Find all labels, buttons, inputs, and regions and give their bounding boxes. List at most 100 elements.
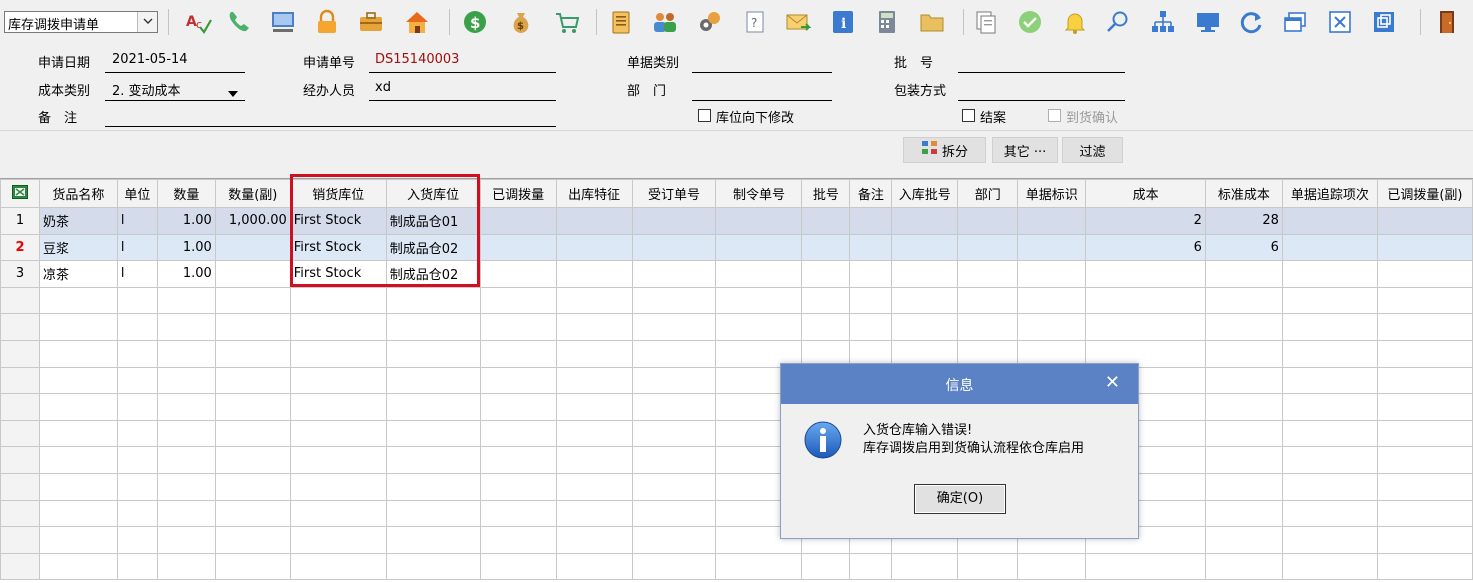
cell-empty[interactable] (1281, 446, 1378, 474)
cell-empty[interactable] (38, 286, 118, 315)
col-in-batch[interactable]: 入库批号 (891, 179, 959, 208)
cell-out-loc[interactable]: First Stock (289, 260, 387, 288)
table-row[interactable]: 1 奶茶 l 1.00 1,000.00 First Stock 制成品仓01 … (0, 207, 1473, 235)
batch-field[interactable] (958, 72, 1125, 73)
cell-qty2[interactable]: 1,000.00 (214, 207, 291, 235)
cell-empty[interactable] (891, 233, 959, 262)
dollar-icon[interactable]: $ (460, 7, 490, 37)
screen-icon[interactable] (1193, 7, 1223, 37)
empty-row[interactable] (0, 393, 1473, 421)
cell-empty[interactable] (385, 526, 481, 554)
cell-empty[interactable] (957, 552, 1019, 581)
cell-empty[interactable] (214, 393, 291, 421)
cell-empty[interactable] (214, 366, 291, 395)
cell-empty[interactable] (631, 339, 717, 368)
clipboard-icon[interactable] (606, 7, 636, 37)
cell-empty[interactable] (1204, 313, 1283, 341)
cell-empty[interactable] (631, 419, 717, 448)
cell-empty[interactable] (1017, 552, 1087, 581)
cell-empty[interactable] (289, 419, 387, 448)
cell-empty[interactable] (385, 472, 481, 501)
cell-empty[interactable] (631, 552, 717, 581)
exit-door-icon[interactable] (1432, 7, 1462, 37)
cell-empty[interactable] (631, 499, 717, 528)
cell-empty[interactable] (1204, 286, 1283, 315)
cell-empty[interactable] (631, 366, 717, 395)
cell-empty[interactable] (289, 366, 387, 395)
cell-empty[interactable] (385, 393, 481, 421)
mail-icon[interactable] (783, 7, 813, 37)
col-mo-no[interactable]: 制令单号 (715, 179, 803, 208)
cell-empty[interactable] (849, 207, 893, 235)
cell-empty[interactable] (849, 313, 893, 341)
cell-empty[interactable] (385, 446, 481, 474)
cell-empty[interactable] (957, 286, 1019, 315)
col-order-no[interactable]: 受订单号 (631, 179, 717, 208)
help-doc-icon[interactable]: ? (740, 7, 770, 37)
cell-cost[interactable]: 2 (1085, 207, 1206, 235)
cell-cost[interactable] (1085, 260, 1206, 288)
cell-empty[interactable] (116, 286, 158, 315)
col-name[interactable]: 货品名称 (38, 179, 118, 208)
cell-empty[interactable] (1204, 499, 1283, 528)
col-transferred2[interactable]: 已调拨量(副) (1376, 179, 1473, 208)
cell-empty[interactable] (715, 207, 803, 235)
cell-empty[interactable] (1376, 207, 1473, 235)
cell-empty[interactable] (1376, 499, 1473, 528)
lock-icon[interactable] (312, 7, 342, 37)
cell-empty[interactable] (38, 339, 118, 368)
check-icon[interactable] (1015, 7, 1045, 37)
cell-empty[interactable] (957, 233, 1019, 262)
copy-icon[interactable] (971, 7, 1001, 37)
col-remark[interactable]: 备注 (849, 179, 893, 208)
folder-icon[interactable] (917, 7, 947, 37)
home-icon[interactable] (402, 7, 432, 37)
cell-empty[interactable] (1376, 393, 1473, 421)
cell-empty[interactable] (289, 472, 387, 501)
restore-icon[interactable] (1369, 7, 1399, 37)
cell-empty[interactable] (1281, 552, 1378, 581)
cell-empty[interactable] (1281, 260, 1378, 288)
empty-row[interactable] (0, 366, 1473, 395)
cell-empty[interactable] (116, 499, 158, 528)
cell-empty[interactable] (385, 552, 481, 581)
apply-date-value[interactable]: 2021-05-14 (112, 52, 188, 67)
spellcheck-icon[interactable]: Ac (183, 7, 213, 37)
cell-name[interactable]: 奶茶 (38, 207, 118, 235)
col-in-loc[interactable]: 入货库位 (385, 179, 481, 208)
cell-empty[interactable] (479, 260, 557, 288)
cell-empty[interactable] (38, 313, 118, 341)
cell-in-loc[interactable]: 制成品仓01 (385, 207, 481, 235)
table-row[interactable]: 2 豆浆 l 1.00 First Stock 制成品仓02 6 6 (0, 233, 1473, 262)
bell-icon[interactable] (1060, 7, 1090, 37)
cell-empty[interactable] (1281, 366, 1378, 395)
cell-empty[interactable] (555, 419, 633, 448)
cell-empty[interactable] (891, 207, 959, 235)
cell-unit[interactable]: l (116, 260, 158, 288)
cell-empty[interactable] (715, 313, 803, 341)
cell-empty[interactable] (479, 207, 557, 235)
cell-empty[interactable] (1376, 286, 1473, 315)
cell-empty[interactable] (116, 446, 158, 474)
cell-empty[interactable] (385, 313, 481, 341)
cell-empty[interactable] (849, 552, 893, 581)
col-unit[interactable]: 单位 (116, 179, 158, 208)
cell-empty[interactable] (289, 393, 387, 421)
cell-empty[interactable] (38, 472, 118, 501)
cell-empty[interactable] (1281, 419, 1378, 448)
table-row[interactable]: 3 凉茶 l 1.00 First Stock 制成品仓02 (0, 260, 1473, 288)
cell-empty[interactable] (38, 526, 118, 554)
handler-value[interactable]: xd (375, 80, 391, 95)
empty-row[interactable] (0, 286, 1473, 315)
cell-empty[interactable] (479, 499, 557, 528)
col-out-feature[interactable]: 出库特征 (555, 179, 633, 208)
cell-empty[interactable] (555, 260, 633, 288)
empty-row[interactable] (0, 419, 1473, 448)
cell-name[interactable]: 豆浆 (38, 233, 118, 262)
other-button[interactable]: 其它 ··· (992, 137, 1058, 163)
chevron-down-icon[interactable] (228, 86, 238, 101)
cell-std-cost[interactable]: 6 (1204, 233, 1283, 262)
empty-row[interactable] (0, 472, 1473, 501)
cell-empty[interactable] (1204, 446, 1283, 474)
cell-empty[interactable] (631, 313, 717, 341)
